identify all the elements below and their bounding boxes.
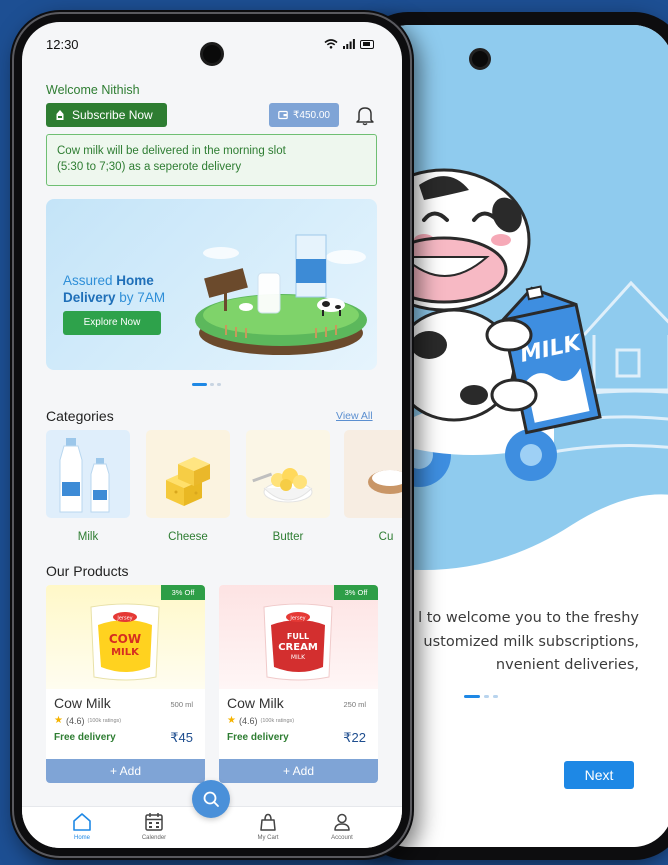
next-button[interactable]: Next: [564, 761, 634, 789]
cow-milk-pack-image: Jersey COW MILK: [46, 585, 205, 689]
category-label: Cheese: [168, 531, 208, 543]
wallet-icon: [278, 110, 288, 120]
rating-count: (100k ratings): [87, 717, 122, 724]
farm-island-illustration: [195, 234, 367, 355]
account-icon: [334, 813, 350, 831]
banner-text-part: Assured: [63, 273, 117, 288]
nav-label: Account: [331, 835, 353, 841]
subscribe-button[interactable]: Subscribe Now: [46, 103, 167, 127]
product-quantity: 250 ml: [343, 700, 366, 709]
milk-bottles-image: [46, 430, 130, 518]
pager-dot: [217, 383, 221, 386]
banner-pager: [192, 383, 221, 386]
rating-value: (4.6): [65, 715, 85, 726]
category-cheese[interactable]: Cheese: [146, 430, 230, 543]
category-label: Butter: [272, 531, 304, 543]
product-price: ₹45: [170, 730, 193, 745]
pager-dot: [493, 695, 498, 698]
product-price: ₹22: [343, 730, 366, 745]
curd-bowl-image: [344, 430, 402, 518]
showcase-stage: MILK l to welcome you to the freshy usto…: [0, 0, 668, 865]
product-name: Cow Milk: [227, 695, 284, 711]
category-butter[interactable]: Butter: [246, 430, 330, 543]
pack-label: MILK: [291, 654, 306, 661]
pack-label: MILK: [111, 647, 140, 658]
product-rating: ★ (4.6) (100k ratings): [54, 715, 121, 726]
product-rating: ★ (4.6) (100k ratings): [227, 715, 294, 726]
banner-text-bold: Home: [116, 273, 154, 288]
notification-bell-icon[interactable]: [354, 104, 376, 126]
cheese-cubes-image: [146, 430, 230, 518]
star-icon: ★: [227, 715, 236, 726]
nav-calendar[interactable]: Calender: [126, 811, 182, 841]
offer-badge: 3% Off: [334, 585, 378, 600]
pack-label: CREAM: [278, 642, 318, 653]
pager-dot: [210, 383, 214, 386]
welcome-text: Welcome Nithish: [46, 83, 140, 97]
category-milk[interactable]: Milk: [46, 430, 130, 543]
pack-brand: Jersey: [116, 616, 132, 622]
notice-line: Cow milk will be delivered in the mornin…: [57, 145, 286, 157]
subscribe-label: Subscribe Now: [72, 108, 153, 122]
pack-label: FULL: [287, 632, 309, 641]
nav-label: Home: [73, 835, 90, 841]
home-icon: [73, 813, 91, 831]
search-icon: [203, 791, 219, 807]
pack-label: COW: [109, 632, 141, 646]
search-fab[interactable]: [192, 780, 230, 818]
pager-dot-active: [192, 383, 207, 386]
add-button[interactable]: + Add: [219, 759, 378, 783]
pager-dot-active: [464, 695, 480, 698]
view-all-link[interactable]: View All: [336, 410, 373, 422]
rating-count: (100k ratings): [260, 717, 295, 724]
categories-title: Categories: [46, 408, 114, 424]
wifi-icon: [324, 39, 338, 49]
full-cream-milk-pack-image: Jersey FULL CREAM MILK: [219, 585, 378, 689]
cart-icon: [260, 813, 276, 831]
pack-brand: Jersey: [289, 616, 305, 622]
banner-headline: Assured Home Delivery by 7AM: [63, 272, 165, 306]
explore-now-button[interactable]: Explore Now: [63, 311, 161, 335]
add-button[interactable]: + Add: [46, 759, 205, 783]
nav-label: My Cart: [257, 835, 279, 841]
banner-text-bold: Delivery: [63, 290, 116, 305]
milk-drop-icon: [56, 110, 64, 120]
rating-value: (4.6): [238, 715, 258, 726]
home-screen: 12:30 Welcome Nithish Subscribe Now ₹450…: [22, 22, 402, 848]
category-curd[interactable]: Cu: [344, 430, 402, 543]
product-card[interactable]: Jersey FULL CREAM MILK 3% Off Cow Milk 2…: [219, 585, 378, 783]
promo-banner[interactable]: Assured Home Delivery by 7AM Explore Now: [46, 199, 377, 370]
banner-text-part: by 7AM: [115, 290, 166, 305]
free-delivery-label: Free delivery: [54, 732, 116, 743]
onboarding-pager: [464, 695, 498, 698]
product-card[interactable]: Jersey COW MILK 3% Off Cow Milk 500 ml ★…: [46, 585, 205, 783]
product-quantity: 500 ml: [170, 700, 193, 709]
signal-icon: [343, 39, 355, 49]
delivery-notice: Cow milk will be delivered in the mornin…: [46, 134, 377, 186]
pager-dot: [484, 695, 489, 698]
front-camera: [469, 48, 491, 70]
free-delivery-label: Free delivery: [227, 732, 289, 743]
calendar-icon: [145, 813, 163, 831]
wallet-button[interactable]: ₹450.00: [269, 103, 339, 127]
our-products-title: Our Products: [46, 563, 129, 579]
battery-icon: [360, 39, 374, 49]
product-name: Cow Milk: [54, 695, 111, 711]
nav-account[interactable]: Account: [314, 811, 370, 841]
front-camera: [200, 42, 224, 66]
status-time: 12:30: [46, 36, 79, 52]
home-phone: 12:30 Welcome Nithish Subscribe Now ₹450…: [10, 10, 414, 860]
category-label: Milk: [77, 531, 99, 543]
offer-badge: 3% Off: [161, 585, 205, 600]
star-icon: ★: [54, 715, 63, 726]
wallet-amount: ₹450.00: [293, 109, 330, 121]
nav-cart[interactable]: My Cart: [240, 811, 296, 841]
butter-bowl-image: [246, 430, 330, 518]
nav-home[interactable]: Home: [54, 811, 110, 841]
nav-label: Calender: [141, 835, 167, 841]
status-icons: [324, 39, 374, 49]
notice-line: (5:30 to 7;30) as a seperote delivery: [57, 161, 242, 173]
category-label: Cu: [378, 531, 394, 543]
